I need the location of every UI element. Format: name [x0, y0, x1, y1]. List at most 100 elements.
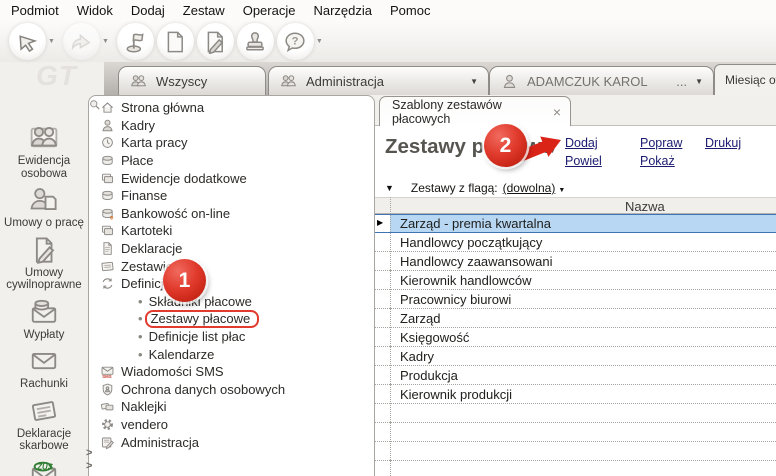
tree-item-kadry[interactable]: Kadry	[89, 117, 374, 135]
rail-item-wyplaty[interactable]: Wypłaty	[0, 297, 88, 347]
rail-item-rachunki[interactable]: Rachunki	[0, 346, 88, 396]
link-popraw[interactable]: Popraw	[640, 136, 705, 150]
row-gutter	[375, 271, 390, 290]
zus-icon: ZUS	[24, 458, 64, 476]
filter-value[interactable]: (dowolna)	[503, 181, 556, 195]
tree-item-zestawy-placowe[interactable]: • Zestawy płacowe	[89, 309, 374, 328]
table-row[interactable]: Produkcja	[375, 366, 776, 385]
link-dodaj[interactable]: Dodaj	[565, 136, 640, 150]
money-icon	[100, 153, 115, 168]
table-row[interactable]: ▶ Zarząd - premia kwartalna	[375, 214, 776, 233]
row-gutter	[375, 290, 390, 309]
tree-item-label: Ewidencje dodatkowe	[121, 170, 247, 186]
menu-bar: Podmiot Widok Dodaj Zestaw Operacje Narzędzia…	[0, 0, 776, 21]
workspace-tab-wszyscy[interactable]: Wszyscy	[118, 66, 266, 95]
toolbar-button-help-bubble[interactable]: ?	[276, 23, 314, 60]
collapse-section-icon[interactable]: ▼	[385, 183, 394, 193]
toolbar-button-edit-page[interactable]	[196, 23, 234, 60]
table-row-empty[interactable]	[375, 461, 776, 476]
chevron-down-icon[interactable]: ▼	[316, 38, 323, 45]
table-row-empty[interactable]	[375, 442, 776, 461]
link-pokaz[interactable]: Pokaż	[640, 154, 705, 168]
workspace-tab-adamczuk-karol[interactable]: ADAMCZUK KAROL... ▼	[489, 66, 714, 95]
tree-item-label: Deklaracje	[121, 241, 183, 257]
menu-pomoc[interactable]: Pomoc	[381, 1, 439, 20]
menu-narzedzia[interactable]: Narzędzia	[304, 1, 381, 20]
tree-item-label: Wiadomości SMS	[121, 364, 224, 380]
chevron-down-icon[interactable]: ▼	[48, 38, 55, 45]
tree-item-finanse[interactable]: Finanse	[89, 187, 374, 205]
table-row-empty[interactable]	[375, 404, 776, 423]
rail-item-umowy-o-prace[interactable]: Umowy o pracę	[0, 185, 88, 235]
table-row[interactable]: Pracownicy biurowi	[375, 290, 776, 309]
tree-item-ochrona-danych-osobowych[interactable]: Ochrona danych osobowych	[89, 381, 374, 399]
table-row[interactable]: Zarząd	[375, 309, 776, 328]
chevron-down-icon[interactable]: ▼	[470, 77, 478, 86]
tree-item-label: Naklejki	[121, 399, 167, 415]
tree-item-vendero[interactable]: vendero	[89, 416, 374, 434]
tree-item-deklaracje[interactable]: Deklaracje	[89, 240, 374, 258]
menu-zestaw[interactable]: Zestaw	[174, 1, 234, 20]
tree-item-wiadomosci-sms[interactable]: SMS Wiadomości SMS	[89, 363, 374, 381]
toolbar-button-page[interactable]	[156, 23, 194, 60]
expand-chevrons[interactable]: > >	[86, 447, 92, 473]
tree-item-ewidencje-dodatkowe[interactable]: Ewidencje dodatkowe	[89, 169, 374, 187]
tree-item-label: Finanse	[121, 188, 168, 204]
table-row[interactable]: Kierownik produkcji	[375, 385, 776, 404]
row-gutter	[375, 442, 390, 461]
tree-item-kartoteki[interactable]: Kartoteki	[89, 222, 374, 240]
toolbar-button-cursor-arrow[interactable]	[9, 23, 46, 60]
callout-step-2: 2	[484, 124, 527, 167]
tab-szablony-zestawow-placowych[interactable]: Szablony zestawów płacowych ×	[379, 96, 571, 126]
table-row[interactable]: Kadry	[375, 347, 776, 366]
tree-item-bankowosc-on-line[interactable]: e Bankowość on-line	[89, 205, 374, 223]
payout-icon	[24, 297, 64, 327]
chevron-down-icon[interactable]: ▼	[695, 77, 703, 86]
tab-label: Wszyscy	[156, 73, 208, 89]
pin-icon[interactable]	[88, 98, 102, 117]
tree-item-zestawienia[interactable]: Zestawienia	[89, 257, 374, 275]
toolbar-button-flag[interactable]	[116, 23, 154, 60]
expand-chevron-icon[interactable]: >	[86, 460, 92, 473]
tree-item-karta-pracy[interactable]: Karta pracy	[89, 134, 374, 152]
chevron-down-icon[interactable]: ▼	[102, 38, 109, 45]
toolbar-button-send-arrow[interactable]	[62, 23, 100, 60]
tree-item-skladniki-placowe[interactable]: • Składniki płacowe	[89, 293, 374, 311]
filter-value-dropdown[interactable]: (dowolna) ▼	[503, 181, 566, 195]
menu-widok[interactable]: Widok	[68, 1, 122, 20]
tree-item-kalendarze[interactable]: • Kalendarze	[89, 345, 374, 363]
workspace-tab-miesiac-otw[interactable]: Miesiąc otw	[714, 64, 776, 95]
selected-row-marker-icon: ▶	[377, 218, 384, 227]
expand-chevron-icon[interactable]: >	[86, 447, 92, 460]
page-icon	[163, 30, 187, 54]
close-icon[interactable]: ×	[553, 105, 561, 119]
tree-item-definicje[interactable]: Definicje	[89, 275, 374, 293]
tree-item-naklejki[interactable]: Naklejki	[89, 398, 374, 416]
table-row[interactable]: Kierownik handlowców	[375, 271, 776, 290]
link-powiel[interactable]: Powiel	[565, 154, 640, 168]
table-row[interactable]: Księgowość	[375, 328, 776, 347]
toolbar-button-stamp[interactable]	[236, 23, 274, 60]
admin-icon	[100, 435, 115, 450]
tree-item-label: Administracja	[121, 434, 200, 450]
rail-item-ewidencja-osobowa[interactable]: Ewidencja osobowa	[0, 123, 88, 185]
tree-item-strona-glowna[interactable]: Strona główna	[89, 99, 374, 117]
table-row[interactable]: Handlowcy zaawansowani	[375, 252, 776, 271]
tree-item-definicje-list-plac[interactable]: • Definicje list płac	[89, 328, 374, 346]
table-header[interactable]: Nazwa	[375, 197, 776, 214]
table-row[interactable]: Handlowcy początkujący	[375, 233, 776, 252]
table-row-empty[interactable]	[375, 423, 776, 442]
cell-nazwa	[390, 442, 776, 461]
menu-dodaj[interactable]: Dodaj	[122, 1, 174, 20]
rail-item-umowy-cywilnoprawne[interactable]: Umowy cywilnoprawne	[0, 235, 88, 297]
link-drukuj[interactable]: Drukuj	[705, 136, 741, 150]
workspace-tab-administracja[interactable]: Administracja ▼	[268, 66, 489, 95]
tree-item-place[interactable]: Płace	[89, 152, 374, 170]
tree-item-administracja[interactable]: Administracja	[89, 433, 374, 451]
menu-podmiot[interactable]: Podmiot	[2, 1, 68, 20]
rail-item-deklaracje-skarbowe[interactable]: Deklaracje skarbowe	[0, 396, 88, 458]
rail-item-deklaracje-zus[interactable]: ZUSDeklaracje ZUS	[0, 458, 88, 476]
group-icon	[279, 73, 298, 90]
menu-operacje[interactable]: Operacje	[234, 1, 305, 20]
cell-nazwa	[390, 423, 776, 442]
